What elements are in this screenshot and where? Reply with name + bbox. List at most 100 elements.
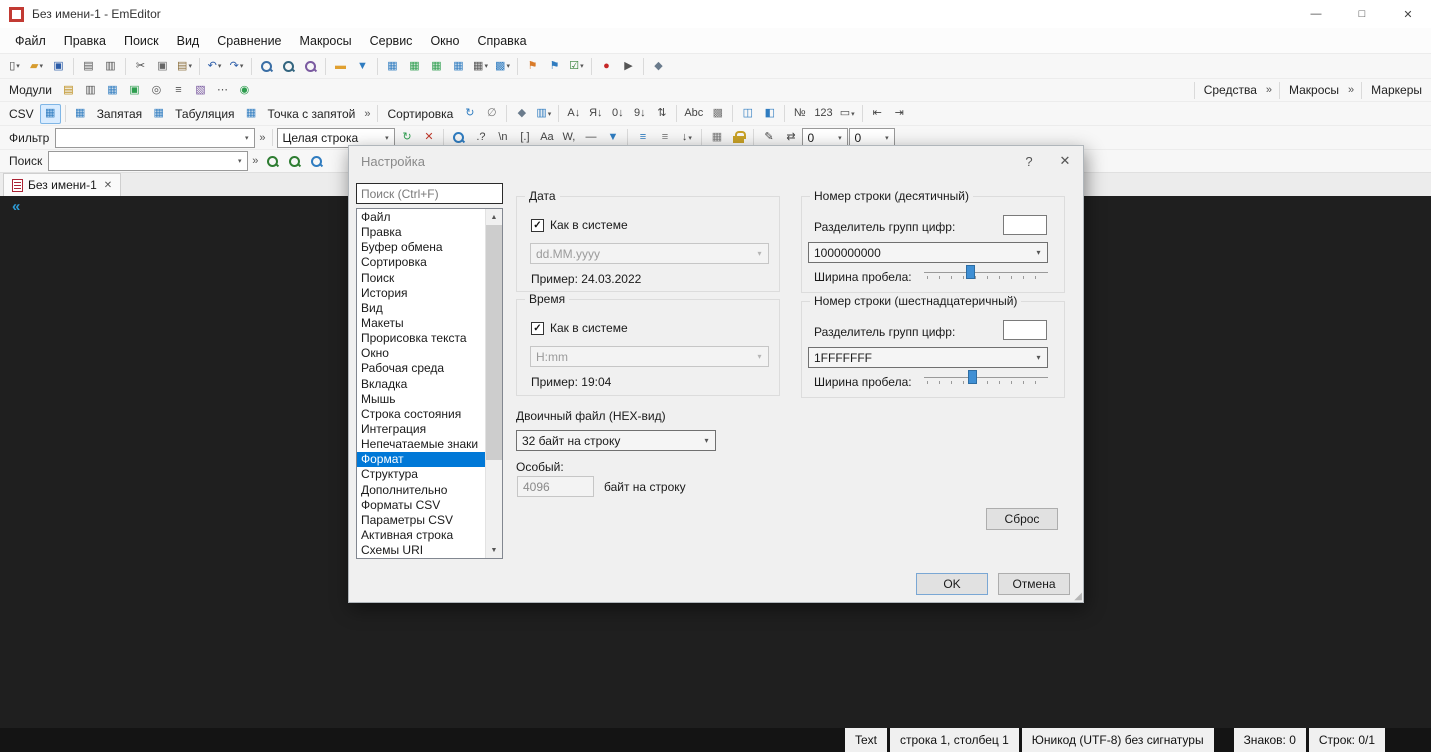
menu-item-edit[interactable]: Правка: [55, 28, 115, 53]
sort-az-ascending-icon[interactable]: А↓: [563, 104, 584, 124]
overflow-chevron-icon[interactable]: »: [364, 108, 370, 120]
slider-thumb[interactable]: [968, 370, 978, 384]
comma-separated-icon[interactable]: ▦: [70, 104, 91, 124]
checker-grid-icon[interactable]: ▩: [707, 104, 728, 124]
custom-bytes-input[interactable]: [517, 476, 594, 497]
snippets-icon[interactable]: ▧: [190, 80, 211, 100]
category-item[interactable]: Параметры CSV: [357, 513, 485, 528]
html-bar-icon[interactable]: ▦: [102, 80, 123, 100]
hex-digit-separator-input[interactable]: [1003, 320, 1047, 340]
category-item[interactable]: Схемы URI: [357, 543, 485, 558]
sort-num-ascending-icon[interactable]: 0↓: [607, 104, 628, 124]
dropdown-arrow-icon[interactable]: ▾: [379, 134, 394, 142]
tab-close-icon[interactable]: ✕: [104, 180, 112, 191]
copy-icon[interactable]: ▣: [152, 56, 173, 76]
cancel-button[interactable]: Отмена: [998, 573, 1070, 595]
filter-icon[interactable]: ▼: [352, 56, 373, 76]
web-preview-icon[interactable]: ◉: [234, 80, 255, 100]
sort-za-descending-icon[interactable]: Я↓: [585, 104, 606, 124]
dropdown-arrow-icon[interactable]: ▾: [832, 134, 847, 142]
category-item[interactable]: Сортировка: [357, 255, 485, 270]
print-icon[interactable]: ▤: [78, 56, 99, 76]
menu-item-file[interactable]: Файл: [6, 28, 55, 53]
merge-columns-icon[interactable]: ◫: [737, 104, 758, 124]
category-item[interactable]: Поиск: [357, 271, 485, 286]
overflow-chevron-icon[interactable]: »: [259, 132, 265, 144]
category-item[interactable]: Мышь: [357, 392, 485, 407]
category-item[interactable]: Окно: [357, 346, 485, 361]
category-item[interactable]: Активная строка: [357, 528, 485, 543]
category-item[interactable]: Структура: [357, 467, 485, 482]
find-all-icon[interactable]: [306, 151, 327, 171]
outline-icon[interactable]: ≡: [168, 80, 189, 100]
find-icon[interactable]: [256, 56, 277, 76]
dropdown-arrow-icon[interactable]: ▾: [879, 134, 894, 142]
scroll-up-icon[interactable]: ▲: [486, 209, 502, 225]
menu-item-compare[interactable]: Сравнение: [208, 28, 290, 53]
sort-num-descending-icon[interactable]: 9↓: [629, 104, 650, 124]
menu-item-help[interactable]: Справка: [468, 28, 535, 53]
menu-item-tools[interactable]: Сервис: [361, 28, 422, 53]
split-columns-icon[interactable]: ◧: [759, 104, 780, 124]
category-item[interactable]: Непечатаемые знаки: [357, 437, 485, 452]
category-item[interactable]: Прорисовка текста: [357, 331, 485, 346]
time-format-combobox[interactable]: H:mm ▾: [530, 346, 769, 367]
category-item[interactable]: Интеграция: [357, 422, 485, 437]
semicolon-separated-icon[interactable]: ▦: [241, 104, 262, 124]
date-as-system-checkbox[interactable]: ✓ Как в системе: [531, 218, 628, 232]
delete-columns-icon[interactable]: ▥ ▾: [533, 104, 554, 124]
cut-icon[interactable]: ✂: [130, 56, 151, 76]
unsort-icon[interactable]: ∅: [481, 104, 502, 124]
record-macro-icon[interactable]: ●: [596, 56, 617, 76]
find-in-files-icon[interactable]: [278, 56, 299, 76]
ruler-icon[interactable]: ▭ ▾: [837, 104, 858, 124]
workspace-icon[interactable]: ▩ ▾: [492, 56, 513, 76]
csv-mode-icon[interactable]: ▦: [382, 56, 403, 76]
resize-grip-icon[interactable]: ◢: [1074, 591, 1082, 602]
tab-separated-icon[interactable]: ▦: [148, 104, 169, 124]
overflow-chevron-icon[interactable]: »: [1266, 84, 1272, 96]
line-numbers-icon[interactable]: №: [789, 104, 810, 124]
csv-grid-icon[interactable]: ▦: [39, 103, 61, 124]
maximize-button[interactable]: □: [1339, 0, 1385, 28]
menu-item-window[interactable]: Окно: [421, 28, 468, 53]
dec-digit-separator-input[interactable]: [1003, 215, 1047, 235]
open-documents-icon[interactable]: ▥: [80, 80, 101, 100]
hex-view-combobox[interactable]: 32 байт на строку ▾: [516, 430, 716, 451]
category-item[interactable]: Правка: [357, 225, 485, 240]
find-previous-icon[interactable]: [262, 151, 283, 171]
dialog-help-button[interactable]: ?: [1011, 146, 1047, 176]
slider-thumb[interactable]: [965, 265, 975, 279]
run-macro-icon[interactable]: ▶: [618, 56, 639, 76]
table-mode-icon[interactable]: ▦: [448, 56, 469, 76]
wrap-mode-icon[interactable]: ▦: [426, 56, 447, 76]
settings-search-input[interactable]: [356, 183, 503, 204]
category-item[interactable]: Вид: [357, 301, 485, 316]
collapse-columns-icon[interactable]: ⇤: [867, 104, 888, 124]
menu-item-macros[interactable]: Макросы: [291, 28, 361, 53]
explorer-icon[interactable]: ▤: [58, 80, 79, 100]
next-bookmark-icon[interactable]: ⚑: [544, 56, 565, 76]
search-input-combobox[interactable]: ▾: [48, 151, 249, 171]
word-complete-icon[interactable]: ⋯: [212, 80, 233, 100]
tab-untitled[interactable]: Без имени-1 ✕: [3, 173, 122, 196]
category-item[interactable]: Вкладка: [357, 377, 485, 392]
menu-item-view[interactable]: Вид: [168, 28, 209, 53]
category-item[interactable]: Рабочая среда: [357, 361, 485, 376]
category-scrollbar[interactable]: ▲ ▼: [485, 209, 502, 558]
sort-multi-icon[interactable]: ⇅: [651, 104, 672, 124]
column-settings-icon[interactable]: ◆: [511, 104, 532, 124]
cell-toolbar-icon[interactable]: ▦ ▾: [470, 56, 491, 76]
time-as-system-checkbox[interactable]: ✓ Как в системе: [531, 321, 628, 335]
category-item[interactable]: История: [357, 286, 485, 301]
undo-icon[interactable]: ↶ ▾: [204, 56, 225, 76]
new-document-icon[interactable]: ▯ ▾: [4, 56, 25, 76]
dec-space-width-slider[interactable]: [924, 263, 1048, 283]
category-item[interactable]: Дополнительно: [357, 483, 485, 498]
validate-abc-icon[interactable]: Abc: [681, 104, 706, 124]
digit-grouping-icon[interactable]: 123: [811, 104, 835, 124]
date-format-combobox[interactable]: dd.MM.yyyy ▾: [530, 243, 769, 264]
overflow-chevron-icon[interactable]: »: [252, 155, 258, 167]
category-item[interactable]: Файл: [357, 210, 485, 225]
category-item[interactable]: Форматы CSV: [357, 498, 485, 513]
